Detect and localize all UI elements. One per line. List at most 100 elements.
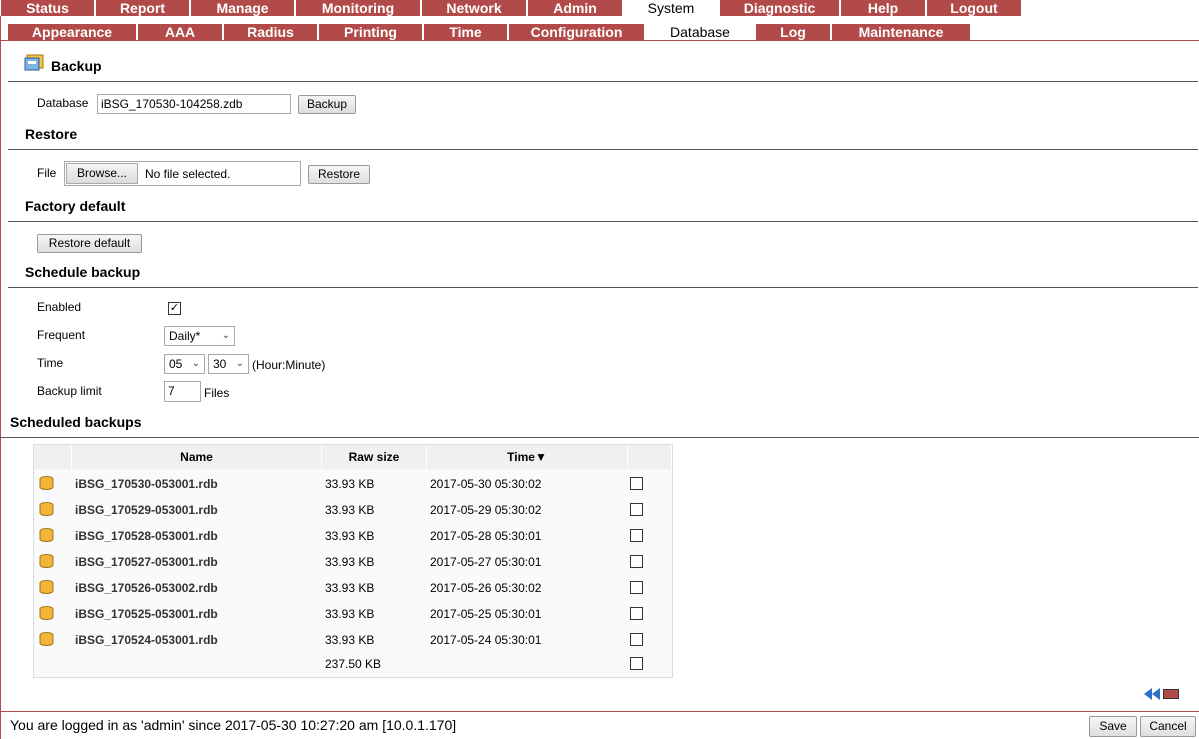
backup-divider <box>8 81 1198 82</box>
backup-title: Backup <box>51 58 102 74</box>
table-row[interactable]: iBSG_170524-053001.rdb 33.93 KB 2017-05-24… <box>34 627 672 653</box>
backup-file-size: 33.93 KB <box>325 633 375 647</box>
time-hint: (Hour:Minute) <box>252 358 326 372</box>
file-label: File <box>37 166 57 180</box>
cancel-button[interactable]: Cancel <box>1140 716 1196 737</box>
subtab-radius[interactable]: Radius <box>224 24 319 40</box>
chevron-down-icon: ⌄ <box>191 358 200 369</box>
tab-logout[interactable]: Logout <box>927 0 1023 16</box>
status-bar: You are logged in as 'admin' since 2017-… <box>0 711 1199 739</box>
tab-manage[interactable]: Manage <box>191 0 296 16</box>
backup-file-time: 2017-05-25 05:30:01 <box>430 607 542 621</box>
row-select-checkbox[interactable] <box>630 477 643 490</box>
subtab-appearance[interactable]: Appearance <box>8 24 138 40</box>
backup-icon <box>24 52 46 72</box>
backup-button[interactable]: Backup <box>298 95 356 114</box>
backup-file-size: 33.93 KB <box>325 555 375 569</box>
frequent-value: Daily* <box>169 329 201 343</box>
hour-value: 05 <box>169 357 183 371</box>
hour-select[interactable]: 05 ⌄ <box>164 354 205 374</box>
row-select-checkbox[interactable] <box>630 581 643 594</box>
table-row[interactable]: iBSG_170527-053001.rdb 33.93 KB 2017-05-27… <box>34 549 672 575</box>
backup-file-time: 2017-05-29 05:30:02 <box>430 503 542 517</box>
tab-monitoring[interactable]: Monitoring <box>296 0 422 16</box>
table-row[interactable]: iBSG_170529-053001.rdb 33.93 KB 2017-05-29… <box>34 497 672 523</box>
database-label: Database <box>37 96 89 110</box>
scheduled-table: Name Raw size Time▼ iBSG_170530-053001.r… <box>33 444 673 678</box>
backup-file-name[interactable]: iBSG_170527-053001.rdb <box>72 555 322 569</box>
tab-report[interactable]: Report <box>96 0 191 16</box>
scheduled-divider <box>0 437 1199 438</box>
backup-file-time: 2017-05-28 05:30:01 <box>430 529 542 543</box>
browse-button[interactable]: Browse... <box>66 163 138 184</box>
save-button[interactable]: Save <box>1089 716 1137 737</box>
restore-default-button[interactable]: Restore default <box>37 234 142 253</box>
backup-file-size: 33.93 KB <box>325 529 375 543</box>
db-file-icon <box>34 579 72 597</box>
minimize-icon[interactable] <box>1163 689 1179 699</box>
tab-system[interactable]: System <box>624 0 720 16</box>
enabled-checkbox[interactable]: ✓ <box>168 302 181 315</box>
login-status: You are logged in as 'admin' since 2017-… <box>10 717 457 733</box>
minute-value: 30 <box>213 357 227 371</box>
table-header: Name Raw size Time▼ <box>34 445 672 469</box>
factory-divider <box>8 221 1198 222</box>
main-nav: Status Report Manage Monitoring Network … <box>1 0 1023 16</box>
schedule-divider <box>8 287 1198 288</box>
row-select-checkbox[interactable] <box>630 607 643 620</box>
subtab-printing[interactable]: Printing <box>319 24 424 40</box>
schedule-title: Schedule backup <box>25 264 141 280</box>
header-name[interactable]: Name <box>72 445 322 469</box>
backup-limit-input[interactable]: 7 <box>164 381 201 402</box>
backup-file-time: 2017-05-30 05:30:02 <box>430 477 542 491</box>
scheduled-title: Scheduled backups <box>10 414 142 430</box>
backup-file-time: 2017-05-27 05:30:01 <box>430 555 542 569</box>
tab-network[interactable]: Network <box>422 0 528 16</box>
table-row[interactable]: iBSG_170530-053001.rdb 33.93 KB 2017-05-30… <box>34 471 672 497</box>
backup-file-name[interactable]: iBSG_170528-053001.rdb <box>72 529 322 543</box>
backup-file-name[interactable]: iBSG_170529-053001.rdb <box>72 503 322 517</box>
frequent-label: Frequent <box>37 328 86 342</box>
tab-admin[interactable]: Admin <box>528 0 624 16</box>
sub-nav: Appearance AAA Radius Printing Time Conf… <box>8 24 972 40</box>
restore-title: Restore <box>25 126 78 142</box>
frequent-select[interactable]: Daily* ⌄ <box>164 326 235 346</box>
minute-select[interactable]: 30 ⌄ <box>208 354 249 374</box>
subtab-time[interactable]: Time <box>424 24 509 40</box>
row-select-checkbox[interactable] <box>630 555 643 568</box>
subtab-maintenance[interactable]: Maintenance <box>832 24 972 40</box>
header-time[interactable]: Time▼ <box>427 445 628 469</box>
row-select-checkbox[interactable] <box>630 503 643 516</box>
table-row[interactable]: iBSG_170525-053001.rdb 33.93 KB 2017-05-25… <box>34 601 672 627</box>
tab-help[interactable]: Help <box>841 0 927 16</box>
backup-file-name[interactable]: iBSG_170525-053001.rdb <box>72 607 322 621</box>
row-select-checkbox[interactable] <box>630 633 643 646</box>
tab-status[interactable]: Status <box>1 0 96 16</box>
backup-file-size: 33.93 KB <box>325 581 375 595</box>
table-row[interactable]: iBSG_170526-053002.rdb 33.93 KB 2017-05-26… <box>34 575 672 601</box>
db-file-icon <box>34 553 72 571</box>
backup-file-name[interactable]: iBSG_170526-053002.rdb <box>72 581 322 595</box>
db-file-icon <box>34 527 72 545</box>
database-input[interactable]: iBSG_170530-104258.zdb <box>97 94 291 114</box>
subtab-aaa[interactable]: AAA <box>138 24 224 40</box>
subtab-log[interactable]: Log <box>756 24 832 40</box>
select-all-checkbox[interactable] <box>630 657 643 670</box>
subtab-configuration[interactable]: Configuration <box>509 24 646 40</box>
backup-file-name[interactable]: iBSG_170530-053001.rdb <box>72 477 322 491</box>
subtab-database[interactable]: Database <box>646 24 756 40</box>
header-raw-size[interactable]: Raw size <box>322 445 427 469</box>
header-select-col <box>628 445 672 469</box>
time-label: Time <box>37 356 64 370</box>
restore-button[interactable]: Restore <box>308 165 370 184</box>
chevron-down-icon: ⌄ <box>221 330 230 341</box>
total-size: 237.50 KB <box>325 657 382 671</box>
db-file-icon <box>34 501 72 519</box>
table-row[interactable]: iBSG_170528-053001.rdb 33.93 KB 2017-05-28… <box>34 523 672 549</box>
row-select-checkbox[interactable] <box>630 529 643 542</box>
tab-diagnostic[interactable]: Diagnostic <box>720 0 841 16</box>
file-chooser[interactable]: Browse... No file selected. <box>64 161 301 186</box>
collapse-left-icon[interactable] <box>1144 688 1162 700</box>
enabled-label: Enabled <box>37 300 82 314</box>
backup-file-name[interactable]: iBSG_170524-053001.rdb <box>72 633 322 647</box>
